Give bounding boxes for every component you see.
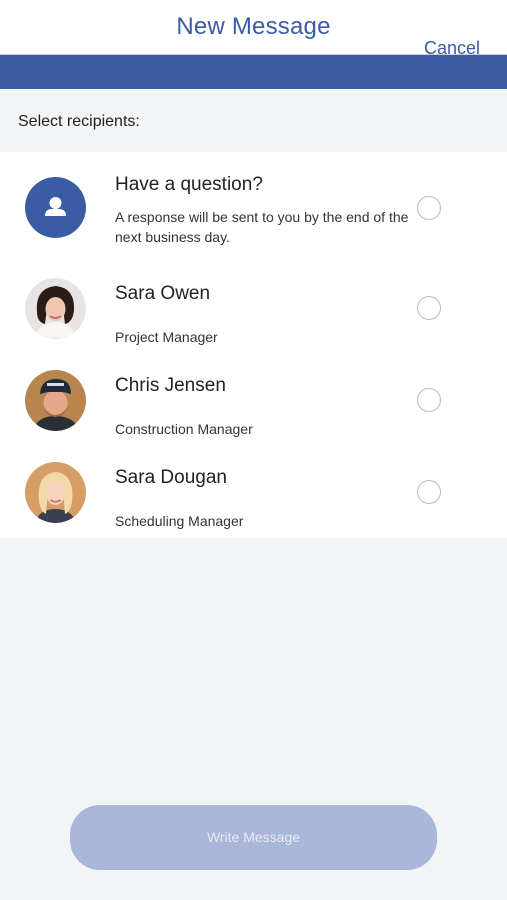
navigation-bar: New Message Cancel	[0, 0, 507, 58]
recipient-title: Construction Manager	[115, 421, 253, 437]
avatar	[25, 278, 86, 339]
recipient-row-question[interactable]: Have a question? A response will be sent…	[0, 152, 507, 262]
recipient-row-chris-jensen[interactable]: Chris Jensen Construction Manager	[0, 354, 507, 446]
page-title: New Message	[176, 13, 331, 40]
recipient-description: A response will be sent to you by the en…	[115, 209, 409, 245]
recipient-row-sara-owen[interactable]: Sara Owen Project Manager	[0, 262, 507, 354]
recipient-name: Have a question?	[115, 174, 263, 195]
recipient-radio[interactable]	[417, 196, 441, 220]
recipient-title: Scheduling Manager	[115, 513, 244, 529]
new-message-screen: New Message Cancel Select recipients: Ha…	[0, 0, 507, 900]
person-icon	[45, 197, 66, 216]
avatar	[25, 462, 86, 523]
recipient-list: Have a question? A response will be sent…	[0, 152, 507, 538]
recipient-radio[interactable]	[417, 296, 441, 320]
recipient-name: Sara Dougan	[115, 467, 227, 488]
recipient-row-sara-dougan[interactable]: Sara Dougan Scheduling Manager	[0, 446, 507, 538]
recipient-radio[interactable]	[417, 480, 441, 504]
recipient-title: Project Manager	[115, 329, 218, 345]
header-band	[0, 55, 507, 89]
recipient-radio[interactable]	[417, 388, 441, 412]
recipient-name: Chris Jensen	[115, 375, 226, 396]
avatar-photo-chris-jensen	[25, 370, 86, 431]
write-message-button[interactable]: Write Message	[70, 805, 437, 870]
avatar	[25, 370, 86, 431]
recipient-name: Sara Owen	[115, 283, 211, 304]
avatar-photo-sara-owen	[25, 278, 86, 339]
avatar	[25, 177, 86, 238]
select-recipients-label: Select recipients:	[18, 113, 140, 130]
avatar-photo-sara-dougan	[25, 462, 86, 523]
